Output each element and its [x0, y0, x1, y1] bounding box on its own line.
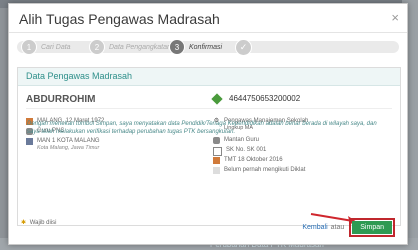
nuptk: 4644750653200002 [211, 92, 301, 105]
tmt-info: TMT 18 Oktober 2016 [213, 157, 283, 164]
step-label: Konfirmasi [189, 43, 223, 51]
person-name: ABDURROHIM [26, 94, 96, 105]
step-label: Cari Data [41, 43, 71, 51]
or-text: atau [330, 224, 345, 231]
sk-info: SK No. SK 001 [213, 147, 266, 156]
wizard-steps: 1 Cari Data 2 Data Pengangkatan 3 Konfir… [9, 37, 407, 57]
tmt-text: TMT 18 Oktober 2016 [224, 157, 283, 163]
step-number: 2 [89, 39, 105, 55]
school-location: Kota Malang, Jawa Timur [37, 145, 100, 151]
step-number: 1 [21, 39, 37, 55]
save-button[interactable]: Simpan [352, 221, 392, 234]
school-info: MAN 1 KOTA MALANG Kota Malang, Jawa Timu… [26, 138, 100, 151]
calendar-icon [213, 157, 220, 164]
dialog-actions: Kembali atau Simpan [302, 218, 395, 237]
user-icon [213, 137, 220, 144]
nuptk-value: 4644750653200002 [229, 94, 301, 103]
highlight-box: Simpan [349, 218, 395, 237]
former-text: Mantan Guru [224, 137, 260, 143]
close-icon[interactable]: × [391, 10, 399, 25]
step-cari-data[interactable]: 1 Cari Data [21, 39, 71, 55]
school-text: MAN 1 KOTA MALANG [37, 138, 100, 144]
document-icon [213, 147, 222, 156]
divider [26, 108, 392, 109]
diklat-text: Belum pernah mengikuti Diklat [224, 167, 306, 173]
section-title: Data Pengawas Madrasah [18, 68, 400, 86]
asterisk-icon: ✱ [21, 220, 27, 226]
step-label: Data Pengangkatan [109, 43, 171, 51]
id-badge-icon [211, 92, 223, 105]
diklat-info: Belum pernah mengikuti Diklat [213, 167, 305, 174]
required-note: ✱ Wajib diisi [21, 219, 57, 226]
back-link[interactable]: Kembali [302, 224, 327, 231]
dialog-header: Alih Tugas Pengawas Madrasah × [9, 4, 407, 33]
confirmation-statement: Dengan menekan tombol Simpan, saya menya… [27, 121, 377, 135]
certificate-icon [213, 167, 220, 174]
dialog-title: Alih Tugas Pengawas Madrasah [19, 11, 220, 27]
data-pengawas-section: Data Pengawas Madrasah ABDURROHIM 464475… [17, 67, 401, 226]
alih-tugas-dialog: Alih Tugas Pengawas Madrasah × 1 Cari Da… [8, 3, 408, 245]
required-label: Wajib diisi [29, 220, 57, 226]
checkmark-icon: ✓ [235, 39, 252, 56]
former-info: Mantan Guru [213, 137, 259, 144]
school-icon [26, 138, 33, 145]
sk-text: SK No. SK 001 [226, 147, 267, 153]
step-konfirmasi[interactable]: 3 Konfirmasi [169, 39, 222, 55]
step-number: 3 [169, 39, 185, 55]
step-data-pengangkatan[interactable]: 2 Data Pengangkatan [89, 39, 171, 55]
